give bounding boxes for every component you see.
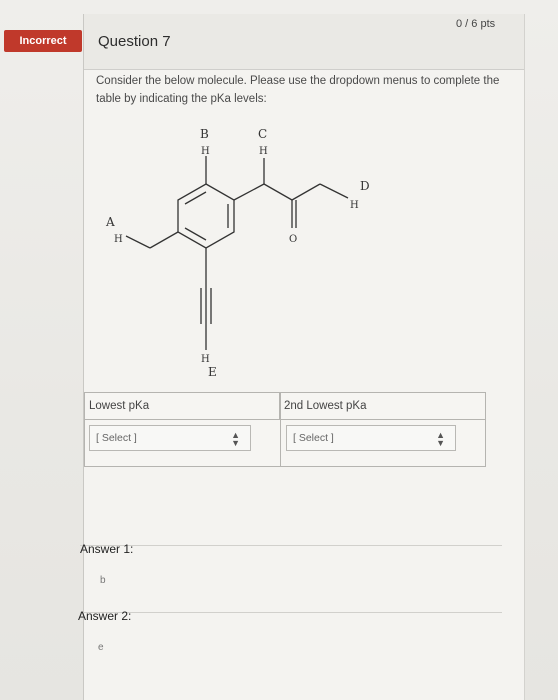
points-label: 0 / 6 pts — [456, 18, 496, 30]
answer-1-label: Answer 1: — [80, 542, 134, 556]
answer-2-value: e — [98, 642, 104, 653]
label-c: C — [258, 127, 267, 141]
question-prompt: Consider the below molecule. Please use … — [96, 75, 500, 105]
pka-table: Lowest pKa 2nd Lowest pKa [ Select ] ▲ ▼ … — [84, 392, 486, 467]
label-d: D — [360, 179, 370, 193]
second-lowest-pka-select-value: [ Select ] — [293, 432, 334, 444]
question-title: Question 7 — [98, 33, 171, 50]
second-lowest-pka-header: 2nd Lowest pKa — [284, 400, 367, 412]
bond-ch-carbonyl — [263, 183, 293, 201]
table-row-divider — [85, 419, 485, 420]
label-e: E — [208, 365, 217, 379]
answer-1-value: b — [100, 575, 106, 586]
lowest-pka-select-value: [ Select ] — [96, 432, 137, 444]
label-h-e: H — [201, 354, 210, 365]
bond-ch2-ha — [125, 235, 151, 249]
label-h-d: H — [350, 200, 359, 211]
label-h-a: H — [114, 234, 123, 245]
chevron-updown-icon: ▲ ▼ — [231, 430, 240, 448]
bond-carbonyl-ch2 — [291, 183, 321, 201]
benzene-ring — [177, 183, 235, 249]
label-o: O — [289, 234, 297, 245]
table-column-divider — [280, 393, 281, 466]
bond-ch2-hd — [319, 183, 349, 199]
lowest-pka-header: Lowest pKa — [85, 393, 280, 419]
incorrect-badge: Incorrect — [4, 30, 82, 52]
label-h-b: H — [201, 146, 210, 157]
bond-ring-ch2 — [149, 231, 179, 249]
label-a: A — [105, 215, 115, 229]
answer-2-label: Answer 2: — [78, 609, 132, 623]
second-lowest-pka-select[interactable]: [ Select ] ▲ ▼ — [286, 425, 456, 451]
chevron-updown-icon: ▲ ▼ — [436, 430, 445, 448]
answer-divider — [80, 612, 502, 613]
bond-ring-ch — [233, 183, 265, 201]
answer-divider — [80, 545, 502, 546]
label-h-c: H — [259, 146, 268, 157]
molecule-diagram: B H C H D H A H O H E — [105, 127, 370, 379]
lowest-pka-select[interactable]: [ Select ] ▲ ▼ — [89, 425, 251, 451]
label-b: B — [200, 127, 209, 141]
